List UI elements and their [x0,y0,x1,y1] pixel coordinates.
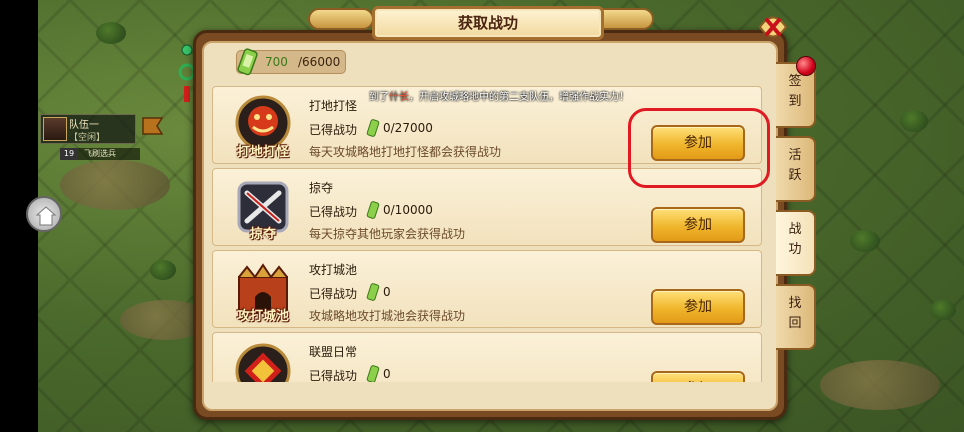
marquee-rank: 什长 [389,92,409,103]
task-icon-label: 打地打怪 [236,145,289,160]
dialog-title: 获取战功 [457,14,518,32]
map-tree [96,22,126,44]
task-earned-label: 已得战功 [309,123,358,137]
tab-battle-merit[interactable]: 战功 [776,210,816,276]
task-earned-label: 已得战功 [309,205,358,219]
map-hill [820,360,940,410]
join-button[interactable]: 参加 [651,371,745,382]
merit-scroll-icon [366,365,380,382]
merit-scroll-icon [366,201,380,219]
task-row-alliance: 联盟日常 已得战功 0 参加 [212,332,762,382]
army-name: 飞刷选兵 [84,149,116,158]
tab-label: 签到 [788,74,802,109]
map-tree [900,110,928,132]
map-tree [150,260,176,280]
tab-label: 活跃 [788,148,802,183]
army-level: 19 [60,148,78,160]
tab-label: 战功 [788,222,802,257]
task-earned-value: 0/10000 [383,203,433,217]
task-earned-label: 已得战功 [309,369,358,382]
join-button[interactable]: 参加 [651,207,745,243]
broadcast-marquee: 到了什长，开启攻城略地中的第二支队伍，增强作战实力！ [369,88,629,103]
dialog-title-bar: 获取战功 [372,6,604,40]
merit-scroll-icon [237,48,258,76]
team-card[interactable]: 队伍一 【空闲】 [40,114,136,144]
task-title: 打地打怪 [309,99,358,113]
map-tree [850,230,880,252]
tab-label: 找回 [788,296,802,331]
alliance-emblem-icon [235,343,291,382]
marquee-prefix: 到了 [369,92,389,103]
team-status: 【空闲】 [69,133,106,143]
home-icon [35,206,57,226]
merit-max: /66000 [298,55,341,69]
merit-current: 700 [265,55,288,69]
merit-scroll-icon [366,283,380,301]
task-earned-value: 0 [383,285,391,299]
task-description: 每天掠夺其他玩家会获得战功 [309,227,466,241]
task-earned-label: 已得战功 [309,287,358,301]
task-icon-label: 掠夺 [249,227,276,242]
task-earned-value: 0 [383,367,391,381]
merit-counter: 700 /66000 [236,48,346,76]
tab-recover[interactable]: 找回 [776,284,816,350]
banner-flag-icon[interactable] [140,114,166,140]
map-hill [60,160,170,210]
home-button[interactable] [26,196,62,232]
notification-dot [796,56,816,76]
title-scroll-left [308,8,374,30]
task-title: 掠夺 [309,181,334,195]
dialog-title-plate: 获取战功 [372,6,604,40]
task-row-siege: 攻打城池 攻打城池 已得战功 0 攻城略地攻打城池会获得战功 参加 [212,250,762,328]
close-icon[interactable] [756,12,790,42]
task-icon-label: 攻打城池 [236,309,289,324]
general-avatar [43,117,67,141]
task-title: 联盟日常 [309,345,358,359]
task-earned-value: 0/27000 [383,121,433,135]
team-name: 队伍一 [69,120,99,131]
merit-scroll-icon [366,119,380,137]
map-tree [930,300,956,320]
join-button[interactable]: 参加 [651,289,745,325]
tab-activity[interactable]: 活跃 [776,136,816,202]
task-title: 攻打城池 [309,263,358,277]
task-description: 每天攻城略地打地打怪都会获得战功 [309,145,502,159]
marquee-suffix: ，开启攻城略地中的第二支队伍，增强作战实力！ [409,92,629,103]
highlight-annotation [628,108,770,188]
task-description: 攻城略地攻打城池会获得战功 [309,309,466,323]
